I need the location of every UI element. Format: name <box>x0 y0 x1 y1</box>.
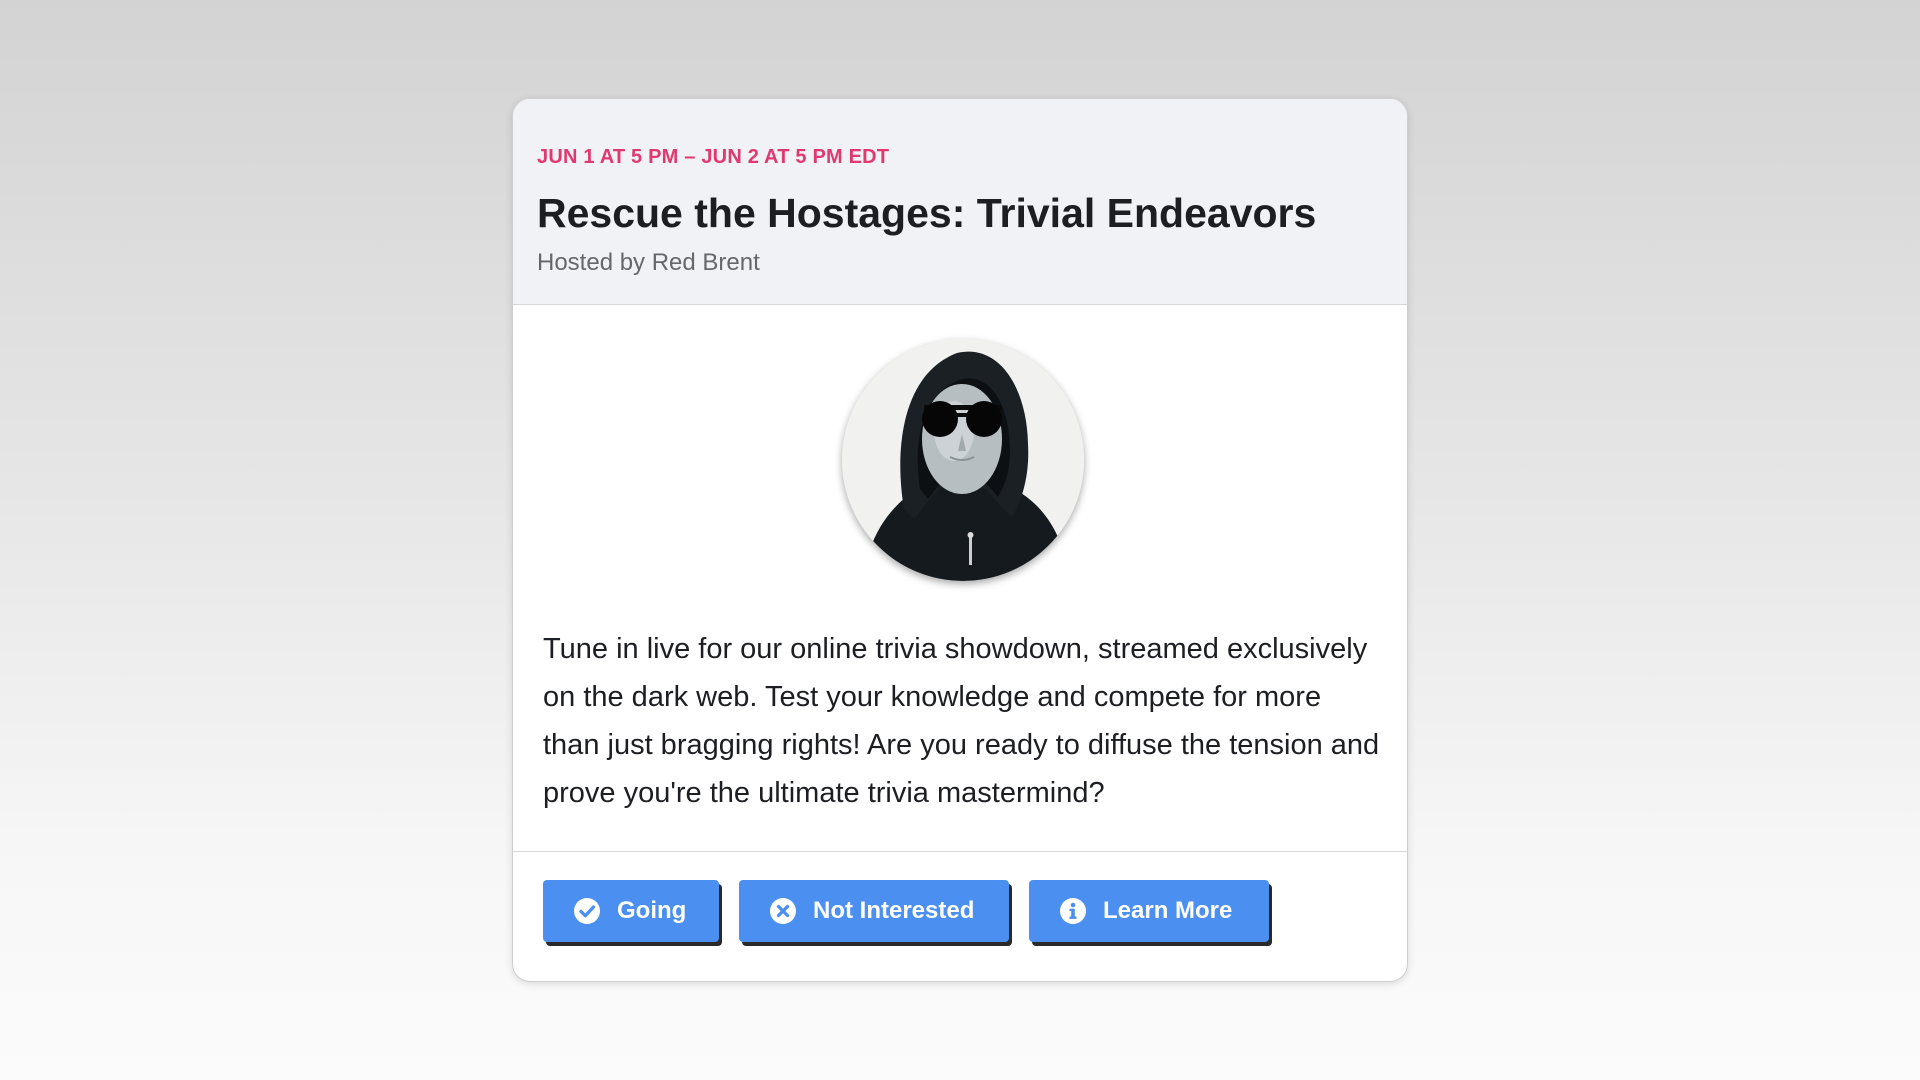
host-avatar <box>842 339 1084 581</box>
event-header: JUN 1 AT 5 PM – JUN 2 AT 5 PM EDT Rescue… <box>513 99 1407 305</box>
event-host: Hosted by Red Brent <box>537 249 760 276</box>
x-circle-icon <box>769 897 797 925</box>
event-description: Tune in live for our online trivia showd… <box>543 633 1380 809</box>
learn-more-button[interactable]: Learn More <box>1029 880 1269 942</box>
event-actions: Going Not Interested Learn More <box>513 852 1407 942</box>
learn-more-button-label: Learn More <box>1103 897 1233 924</box>
not-interested-button[interactable]: Not Interested <box>739 880 1009 942</box>
event-card: JUN 1 AT 5 PM – JUN 2 AT 5 PM EDT Rescue… <box>512 98 1408 982</box>
check-circle-icon <box>573 897 601 925</box>
event-body: Tune in live for our online trivia showd… <box>513 305 1407 852</box>
going-button[interactable]: Going <box>543 880 719 942</box>
going-button-label: Going <box>617 897 687 924</box>
not-interested-button-label: Not Interested <box>813 897 975 924</box>
event-title: Rescue the Hostages: Trivial Endeavors <box>537 190 1317 236</box>
event-date: JUN 1 AT 5 PM – JUN 2 AT 5 PM EDT <box>537 146 890 168</box>
info-circle-icon <box>1059 897 1087 925</box>
